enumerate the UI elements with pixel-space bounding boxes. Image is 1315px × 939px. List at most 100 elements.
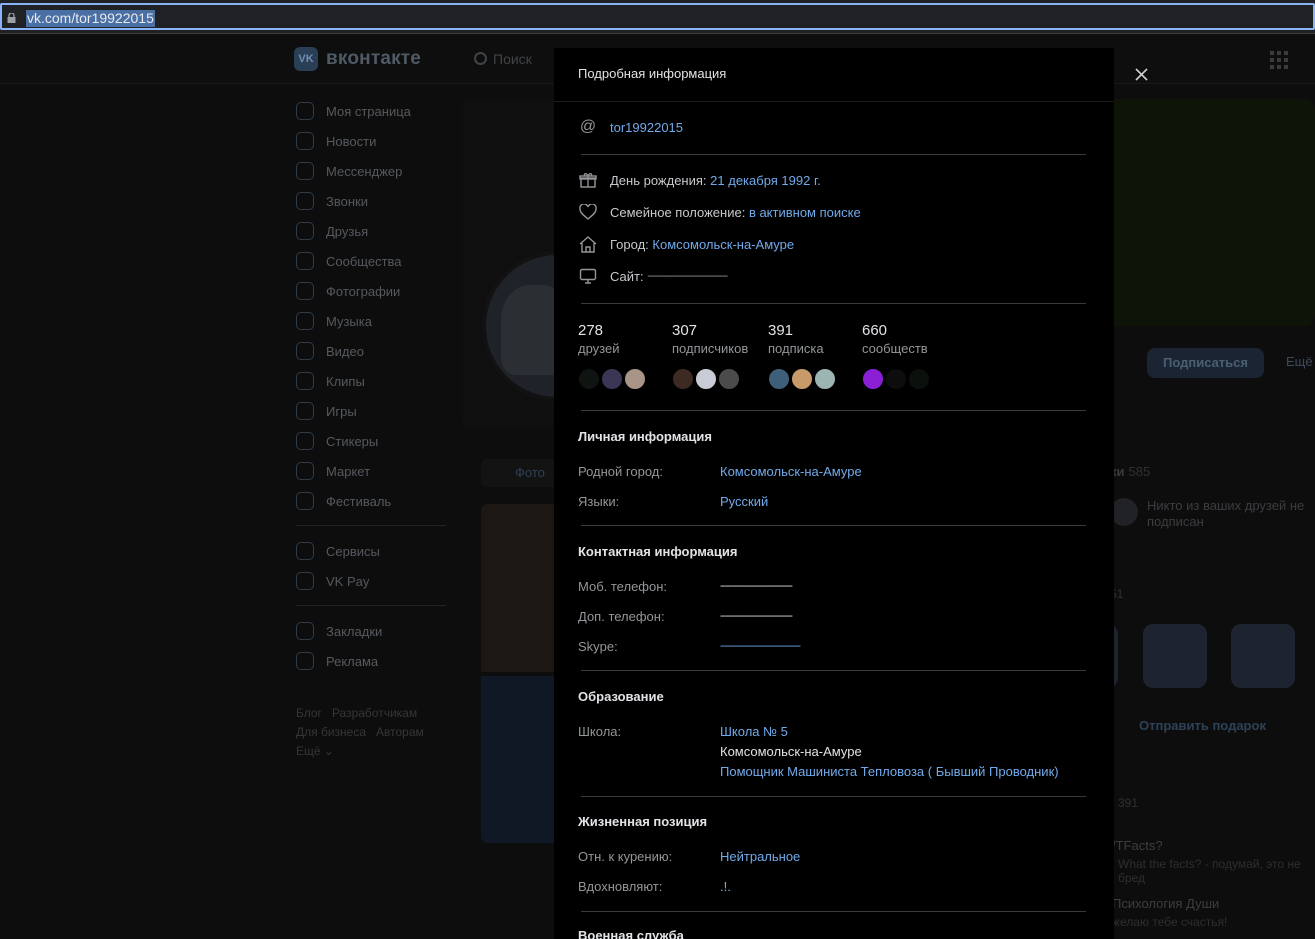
- avatar[interactable]: [908, 368, 930, 390]
- gift-item[interactable]: [1143, 624, 1207, 688]
- nav-label: Моя страница: [326, 103, 411, 119]
- school-specialty-link[interactable]: Помощник Машиниста Тепловоза ( Бывший Пр…: [720, 764, 1059, 779]
- nav-label: Фестиваль: [326, 493, 392, 509]
- divider: [581, 410, 1086, 411]
- close-icon[interactable]: [1134, 67, 1149, 82]
- username-link[interactable]: tor19922015: [610, 120, 683, 135]
- vk-logo-icon[interactable]: VK: [294, 47, 318, 71]
- stat-value: 307: [672, 322, 698, 339]
- nav-friends[interactable]: Друзья: [296, 216, 456, 246]
- send-gift-link[interactable]: Отправить подарок: [1139, 718, 1266, 733]
- phone2-value: ---------------------------: [720, 610, 793, 622]
- nav-bookmarks[interactable]: Закладки: [296, 616, 456, 646]
- skype-link[interactable]: ------------------------------: [720, 640, 801, 652]
- user-icon: [296, 102, 314, 120]
- avatar[interactable]: [768, 368, 790, 390]
- avatar[interactable]: [672, 368, 694, 390]
- nav-stickers[interactable]: Стикеры: [296, 426, 456, 456]
- nav-services[interactable]: Сервисы: [296, 536, 456, 566]
- gift-item[interactable]: [1231, 624, 1295, 688]
- footer-link[interactable]: Авторам: [376, 725, 424, 739]
- search-input[interactable]: Поиск: [474, 51, 532, 67]
- friends-note: Никто из ваших друзей не подписан: [1147, 498, 1305, 529]
- stat-followers[interactable]: 307 подписчиков: [672, 322, 748, 356]
- subscriptions-avatars: [768, 368, 837, 390]
- more-button[interactable]: Ещё: [1286, 354, 1313, 369]
- avatar[interactable]: [624, 368, 646, 390]
- nav-festival[interactable]: Фестиваль: [296, 486, 456, 516]
- photo-thumbnail[interactable]: [481, 676, 559, 843]
- family-link[interactable]: в активном поиске: [749, 205, 861, 220]
- nav-communities[interactable]: Сообщества: [296, 246, 456, 276]
- avatar[interactable]: [814, 368, 836, 390]
- nav-label: Реклама: [326, 653, 379, 669]
- nav-label: Мессенджер: [326, 163, 403, 179]
- photo-tab[interactable]: Фото: [481, 459, 561, 487]
- footer-link[interactable]: Для бизнеса: [296, 725, 366, 739]
- avatar[interactable]: [885, 368, 907, 390]
- nav-vkpay[interactable]: VK Pay: [296, 566, 456, 596]
- search-placeholder: Поиск: [493, 51, 532, 67]
- lock-icon: [7, 13, 16, 23]
- city-label: Город:: [610, 236, 649, 252]
- nav-market[interactable]: Маркет: [296, 456, 456, 486]
- footer-link[interactable]: Блог: [296, 706, 322, 720]
- avatar[interactable]: [718, 368, 740, 390]
- modal-header: Подробная информация: [554, 48, 1114, 102]
- mobile-value: ---------------------------: [720, 580, 793, 592]
- friends-avatars: [578, 368, 647, 390]
- stat-value: 660: [862, 322, 888, 339]
- birthday-link[interactable]: 21 декабря 1992 г.: [710, 173, 821, 188]
- browser-address-bar: vk.com/tor19922015: [0, 0, 1315, 34]
- nav-clips[interactable]: Клипы: [296, 366, 456, 396]
- nav-label: Звонки: [326, 193, 368, 209]
- apps-grid-icon[interactable]: [1270, 51, 1288, 69]
- avatar[interactable]: [601, 368, 623, 390]
- photo-thumbnail[interactable]: [481, 504, 559, 672]
- festival-icon: [296, 492, 314, 510]
- left-navigation: Моя страница Новости Мессенджер Звонки Д…: [296, 96, 456, 761]
- avatar[interactable]: [791, 368, 813, 390]
- avatar[interactable]: [862, 368, 884, 390]
- school-city: Комсомольск-на-Амуре: [720, 744, 862, 759]
- nav-my-page[interactable]: Моя страница: [296, 96, 456, 126]
- stat-friends[interactable]: 278 друзей: [578, 322, 619, 356]
- smoking-link[interactable]: Нейтральное: [720, 849, 800, 864]
- nav-calls[interactable]: Звонки: [296, 186, 456, 216]
- site-label: Сайт:: [610, 268, 644, 284]
- languages-link[interactable]: Русский: [720, 494, 768, 509]
- nav-ads[interactable]: Реклама: [296, 646, 456, 676]
- footer-more[interactable]: Ещё ⌄: [296, 744, 334, 758]
- avatar[interactable]: [695, 368, 717, 390]
- group-name[interactable]: /TFacts?: [1112, 838, 1163, 853]
- site-row: Сайт: ------------------------------: [578, 266, 728, 286]
- inspire-link[interactable]: .!.: [720, 879, 731, 894]
- avatar[interactable]: [578, 368, 600, 390]
- music-icon: [296, 312, 314, 330]
- divider: [581, 154, 1086, 155]
- communities-icon: [296, 252, 314, 270]
- nav-photos[interactable]: Фотографии: [296, 276, 456, 306]
- nav-news[interactable]: Новости: [296, 126, 456, 156]
- inspire-label: Вдохновляют:: [578, 879, 663, 894]
- nav-label: Сервисы: [326, 543, 380, 559]
- nav-video[interactable]: Видео: [296, 336, 456, 366]
- hometown-link[interactable]: Комсомольск-на-Амуре: [720, 464, 862, 479]
- stat-communities[interactable]: 660 сообществ: [862, 322, 928, 356]
- url-field[interactable]: vk.com/tor19922015: [0, 3, 1315, 30]
- nav-messenger[interactable]: Мессенджер: [296, 156, 456, 186]
- nav-music[interactable]: Музыка: [296, 306, 456, 336]
- stat-subscriptions[interactable]: 391 подписка: [768, 322, 824, 356]
- followers-avatars: [672, 368, 741, 390]
- footer-link[interactable]: Разработчикам: [332, 706, 417, 720]
- monitor-icon: [578, 266, 598, 286]
- nav-games[interactable]: Игры: [296, 396, 456, 426]
- divider: [581, 911, 1086, 912]
- nav-label: Видео: [326, 343, 364, 359]
- city-link[interactable]: Комсомольск-на-Амуре: [652, 237, 794, 252]
- group-name[interactable]: Психология Души: [1112, 896, 1219, 911]
- subscribe-button[interactable]: Подписаться: [1147, 348, 1264, 378]
- school-link[interactable]: Школа № 5: [720, 724, 788, 739]
- friends-icon: [296, 222, 314, 240]
- logo-text[interactable]: вконтакте: [326, 48, 421, 70]
